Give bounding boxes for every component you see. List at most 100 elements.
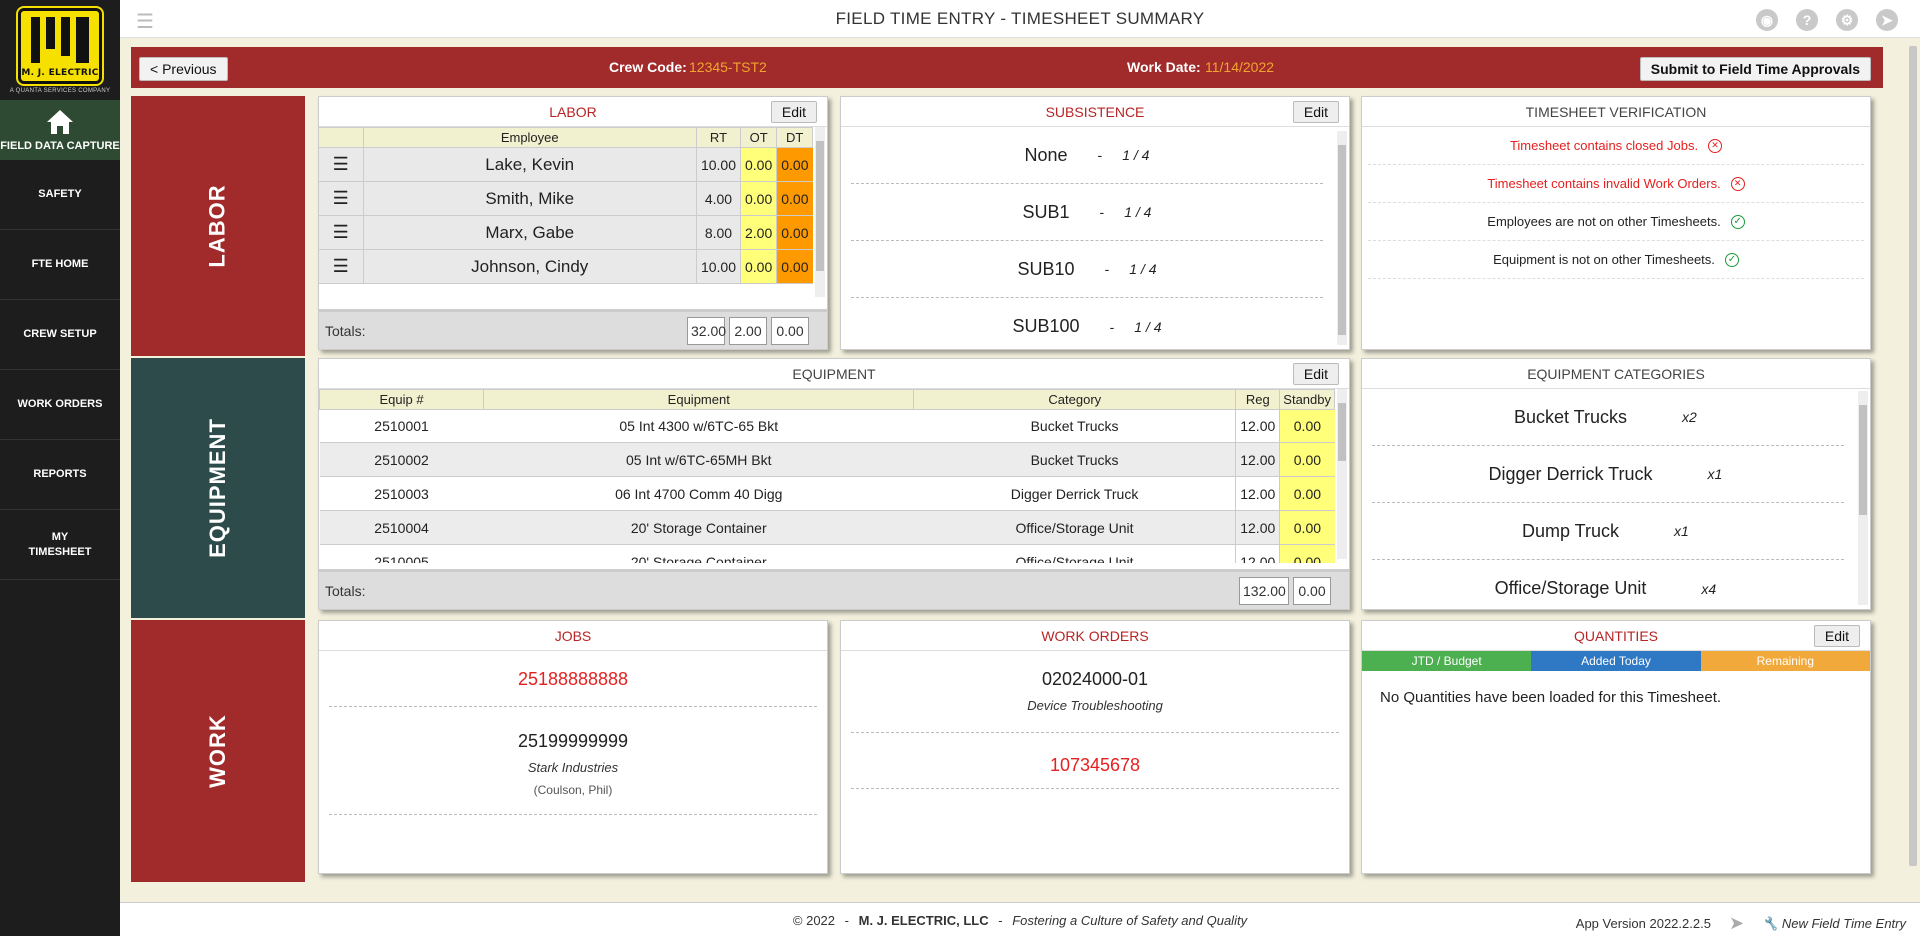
job-item[interactable]: 25188888888	[329, 651, 817, 707]
page-scrollbar[interactable]	[1906, 38, 1920, 902]
sidebar-item-crew-setup[interactable]: CREW SETUP	[0, 300, 120, 370]
subsistence-edit-button[interactable]: Edit	[1292, 101, 1339, 123]
col-header: Employee	[362, 127, 697, 148]
col-header: Category	[913, 389, 1237, 410]
employee-name: Marx, Gabe	[362, 215, 697, 250]
table-row[interactable]: 2510002 05 Int w/6TC-65MH Bkt Bucket Truck…	[319, 442, 1335, 477]
drag-handle-icon[interactable]: ☰	[319, 215, 363, 250]
sidebar-item-my-timesheet[interactable]: MY TIMESHEET	[0, 510, 120, 580]
equipment-table: Equip # Equipment Category Reg Standby 2…	[319, 389, 1335, 563]
job-contact: (Coulson, Phil)	[533, 783, 613, 797]
col-header: Equip #	[319, 389, 485, 410]
table-row[interactable]: ☰ Marx, Gabe 8.00 2.00 0.00	[319, 215, 813, 250]
previous-button[interactable]: < Previous	[139, 57, 228, 81]
sidebar-item-label: FIELD DATA CAPTURE	[0, 140, 120, 152]
logout-icon[interactable]: ➤	[1876, 9, 1898, 31]
employee-name: Lake, Kevin	[362, 147, 697, 182]
sidebar-item-label: SAFETY	[38, 188, 82, 200]
sidebar-item-work-orders[interactable]: WORK ORDERS	[0, 370, 120, 440]
list-item: Bucket Trucks x2	[1372, 389, 1844, 446]
send-icon[interactable]: ➤	[1729, 913, 1744, 934]
labor-edit-button[interactable]: Edit	[770, 101, 817, 123]
sidebar-item-reports[interactable]: REPORTS	[0, 440, 120, 510]
equipment-scrollbar[interactable]	[1337, 389, 1347, 559]
sidebar: M. J. ELECTRIC A QUANTA SERVICES COMPANY…	[0, 0, 120, 936]
empty-message: No Quantities have been loaded for this …	[1380, 689, 1722, 706]
tagline: Fostering a Culture of Safety and Qualit…	[1012, 913, 1248, 928]
ot-value: 0.00	[739, 249, 777, 284]
footer: © 2022 - M. J. ELECTRIC, LLC - Fostering…	[120, 902, 1920, 936]
new-entry-link[interactable]: 🔧 New Field Time Entry	[1762, 916, 1906, 932]
panel-title: QUANTITIES	[1573, 628, 1658, 644]
sidebar-item-safety[interactable]: SAFETY	[0, 160, 120, 230]
list-item: SUB1-1 / 4	[851, 184, 1323, 241]
labor-totals: Totals: 32.00 2.00 0.00	[319, 309, 827, 349]
table-row[interactable]: ☰ Johnson, Cindy 10.00 0.00 0.00	[319, 249, 813, 284]
categories-scrollbar[interactable]	[1858, 391, 1868, 605]
logo-subtitle: A QUANTA SERVICES COMPANY	[9, 88, 111, 94]
section-label-labor: LABOR	[131, 96, 305, 356]
equipment-categories-panel: EQUIPMENT CATEGORIES Bucket Trucks x2 Dig…	[1361, 358, 1871, 610]
total-standby: 0.00	[1293, 576, 1331, 605]
job-item[interactable]: 25199999999 Stark Industries (Coulson, P…	[329, 707, 817, 815]
quantities-edit-button[interactable]: Edit	[1813, 625, 1860, 647]
sidebar-item-label: REPORTS	[33, 468, 87, 480]
list-item: Office/Storage Unit x4	[1494, 578, 1717, 598]
labor-table: Employee RT OT DT ☰ Lake, Kevin 10.00 0.…	[319, 127, 813, 284]
table-row[interactable]: ☰ Lake, Kevin 10.00 0.00 0.00	[319, 147, 813, 182]
headset-icon[interactable]: ◉	[1756, 9, 1778, 31]
table-row[interactable]: 2510003 06 Int 4700 Comm 40 Digg Digger De…	[319, 476, 1335, 511]
work-order-item[interactable]: 107345678	[851, 733, 1339, 789]
dt-value: 0.00	[776, 181, 813, 216]
col-header: Reg	[1235, 389, 1281, 410]
app-version: App Version 2022.2.2.5	[1575, 916, 1711, 931]
table-row[interactable]: 2510004 20' Storage Container Office/Stora…	[319, 510, 1335, 545]
panel-title: EQUIPMENT	[792, 366, 876, 382]
company-name: M. J. ELECTRIC, LLC	[858, 913, 989, 928]
error-icon: ✕	[1730, 176, 1745, 191]
drag-handle-icon[interactable]: ☰	[319, 181, 363, 216]
total-rt: 32.00	[687, 316, 726, 345]
ot-value: 0.00	[739, 181, 777, 216]
sidebar-item-label: MY TIMESHEET	[28, 530, 92, 558]
table-row[interactable]: 2510001 05 Int 4300 w/6TC-65 Bkt Bucket Tr…	[319, 409, 1335, 443]
gear-icon[interactable]: ⚙	[1836, 9, 1858, 31]
equipment-edit-button[interactable]: Edit	[1292, 363, 1339, 385]
section-label-work: WORK	[131, 620, 305, 882]
drag-handle-icon[interactable]: ☰	[319, 147, 363, 182]
verification-item: Timesheet contains invalid Work Orders. ✕	[1368, 165, 1864, 203]
sidebar-item-field-data-capture[interactable]: FIELD DATA CAPTURE	[0, 100, 120, 160]
equipment-totals: Totals: 132.00 0.00	[319, 569, 1349, 609]
table-row[interactable]: ☰ Smith, Mike 4.00 0.00 0.00	[319, 181, 813, 216]
total-ot: 2.00	[729, 316, 767, 345]
work-orders-panel: WORK ORDERS 02024000-01 Device Troublesh…	[840, 620, 1350, 874]
subsistence-scrollbar[interactable]	[1337, 131, 1347, 345]
work-order-item[interactable]: 02024000-01 Device Troubleshooting	[851, 651, 1339, 733]
totals-label: Totals:	[325, 322, 366, 339]
labor-scrollbar[interactable]	[815, 127, 825, 297]
timesheet-header-bar: < Previous Crew Code: 12345-TST2 Work Da…	[131, 47, 1883, 88]
col-header: Standby	[1279, 389, 1335, 410]
work-date-label: Work Date:	[1127, 59, 1201, 75]
equipment-panel: EQUIPMENT Edit Equip # Equipment Categor…	[318, 358, 1350, 610]
drag-handle-icon[interactable]: ☰	[319, 249, 363, 284]
rt-value: 4.00	[695, 181, 741, 216]
sidebar-item-label: WORK ORDERS	[17, 398, 103, 410]
list-item: None -1 / 4	[851, 127, 1323, 184]
company-logo[interactable]: M. J. ELECTRIC	[18, 8, 102, 84]
rt-value: 8.00	[695, 215, 741, 250]
tab-remaining: Remaining	[1700, 651, 1870, 671]
submit-approvals-button[interactable]: Submit to Field Time Approvals	[1639, 57, 1871, 81]
sidebar-item-label: FTE HOME	[31, 258, 89, 270]
col-header: DT	[776, 127, 813, 148]
help-icon[interactable]: ?	[1796, 9, 1818, 31]
sidebar-item-fte-home[interactable]: FTE HOME	[0, 230, 120, 300]
col-header: RT	[695, 127, 742, 148]
labor-panel: LABOR Edit Employee RT OT DT ☰ Lake, Kev…	[318, 96, 828, 350]
quantities-panel: QUANTITIES Edit JTD / Budget Added Today…	[1361, 620, 1871, 874]
rt-value: 10.00	[695, 147, 741, 182]
panel-title: EQUIPMENT CATEGORIES	[1527, 366, 1705, 382]
check-icon: ✓	[1724, 252, 1739, 267]
table-row[interactable]: 2510005 20' Storage Container Office/Stora…	[319, 544, 1335, 563]
work-order-number: 107345678	[1049, 755, 1141, 775]
